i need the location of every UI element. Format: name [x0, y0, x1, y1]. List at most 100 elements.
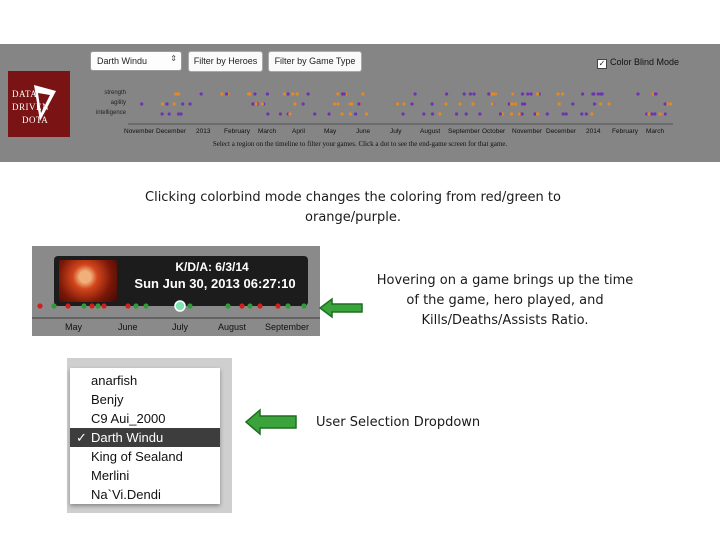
game-dot[interactable] — [51, 303, 57, 309]
game-dot[interactable] — [266, 112, 270, 116]
game-dot[interactable] — [395, 102, 400, 106]
dropdown-item[interactable]: anarfish — [70, 371, 220, 390]
game-dot[interactable] — [510, 102, 514, 106]
game-dot[interactable] — [592, 92, 596, 96]
game-dot[interactable] — [336, 92, 340, 96]
game-dot[interactable] — [257, 303, 263, 309]
game-dot[interactable] — [430, 102, 434, 106]
dropdown-item-selected[interactable]: ✓ Darth Windu — [70, 428, 220, 447]
dropdown-item[interactable]: Benjy — [70, 390, 220, 409]
color-blind-checkbox[interactable]: ✓ — [597, 59, 607, 69]
game-dot[interactable] — [95, 303, 101, 309]
dropdown-item[interactable]: Na`Vi.Dendi — [70, 485, 220, 504]
game-dot[interactable] — [301, 102, 305, 106]
game-dot[interactable] — [650, 112, 654, 116]
game-dot[interactable] — [462, 92, 466, 96]
game-dot[interactable] — [526, 92, 530, 96]
game-dot[interactable] — [598, 102, 603, 106]
game-dot[interactable] — [364, 112, 369, 116]
game-dot[interactable] — [65, 303, 71, 309]
game-dot[interactable] — [413, 92, 417, 96]
game-dot[interactable] — [220, 92, 224, 96]
game-dot[interactable] — [444, 102, 448, 106]
game-dot[interactable] — [658, 112, 662, 116]
game-dot[interactable] — [422, 112, 426, 116]
game-dot[interactable] — [260, 102, 264, 106]
game-dot[interactable] — [140, 102, 144, 106]
game-dot[interactable] — [545, 112, 549, 116]
game-dot[interactable] — [636, 92, 640, 96]
game-dot[interactable] — [285, 303, 291, 309]
game-dot[interactable] — [498, 112, 502, 116]
game-dot[interactable] — [350, 102, 354, 106]
game-dot[interactable] — [348, 112, 352, 116]
game-dot[interactable] — [571, 102, 575, 106]
dropdown-item[interactable]: King of Sealand — [70, 447, 220, 466]
dropdown-item[interactable]: C9 Aui_2000 — [70, 409, 220, 428]
game-dot[interactable] — [89, 303, 95, 309]
game-dot[interactable] — [464, 112, 468, 116]
game-dot[interactable] — [286, 92, 290, 96]
game-dot[interactable] — [254, 102, 258, 106]
game-dot[interactable] — [248, 92, 252, 96]
game-dot[interactable] — [199, 92, 203, 96]
game-dot[interactable] — [181, 102, 185, 106]
game-dot[interactable] — [402, 102, 406, 106]
game-dot[interactable] — [561, 92, 565, 96]
game-dot[interactable] — [520, 92, 525, 96]
game-dot[interactable] — [306, 92, 310, 96]
game-dot[interactable] — [669, 102, 673, 106]
game-dot[interactable] — [513, 102, 517, 106]
game-dot[interactable] — [275, 303, 281, 309]
game-dot[interactable] — [301, 303, 307, 309]
game-dot[interactable] — [278, 112, 282, 116]
game-dot[interactable] — [291, 92, 295, 96]
game-dot[interactable] — [596, 92, 600, 96]
game-dot[interactable] — [167, 112, 171, 116]
game-dot[interactable] — [521, 102, 525, 106]
game-dot[interactable] — [336, 102, 340, 106]
game-dot[interactable] — [490, 92, 494, 96]
game-dot[interactable] — [445, 92, 449, 96]
game-dot[interactable] — [37, 303, 43, 309]
game-dot[interactable] — [599, 92, 603, 96]
game-dot[interactable] — [564, 112, 568, 116]
game-dot[interactable] — [557, 102, 561, 106]
game-dot[interactable] — [225, 303, 231, 309]
game-dot[interactable] — [265, 92, 269, 96]
game-dot[interactable] — [663, 112, 667, 116]
game-dot[interactable] — [354, 112, 358, 116]
game-dot[interactable] — [490, 102, 495, 106]
game-dot[interactable] — [288, 112, 292, 116]
game-dot[interactable] — [536, 112, 540, 116]
game-dot[interactable] — [584, 112, 588, 116]
game-dot[interactable] — [357, 102, 361, 106]
game-dot[interactable] — [133, 303, 139, 309]
game-dot[interactable] — [458, 102, 462, 106]
game-dot[interactable] — [590, 112, 594, 116]
game-dot[interactable] — [663, 102, 667, 106]
game-dot[interactable] — [179, 112, 183, 116]
game-dot[interactable] — [478, 112, 482, 116]
game-dot[interactable] — [313, 112, 317, 116]
filter-game-type-button[interactable]: Filter by Game Type — [268, 51, 362, 72]
game-dot[interactable] — [295, 92, 299, 96]
game-dot[interactable] — [253, 92, 257, 96]
game-dot[interactable] — [529, 92, 533, 96]
game-dot[interactable] — [580, 112, 584, 116]
game-dot[interactable] — [556, 92, 560, 96]
game-dot[interactable] — [188, 102, 192, 106]
game-dot[interactable] — [654, 92, 658, 96]
game-dot[interactable] — [520, 112, 524, 116]
user-dropdown-list[interactable]: anarfish Benjy C9 Aui_2000 ✓ Darth Windu … — [70, 368, 220, 504]
game-dot[interactable] — [607, 102, 611, 106]
game-dot[interactable] — [647, 112, 651, 116]
game-dot[interactable] — [653, 112, 657, 116]
game-timeline[interactable] — [128, 90, 688, 130]
game-dot[interactable] — [410, 102, 414, 106]
game-dot[interactable] — [125, 303, 131, 309]
game-dot[interactable] — [247, 303, 253, 309]
game-dot[interactable] — [581, 92, 585, 96]
filter-heroes-button[interactable]: Filter by Heroes — [188, 51, 263, 72]
game-dot[interactable] — [187, 303, 193, 309]
